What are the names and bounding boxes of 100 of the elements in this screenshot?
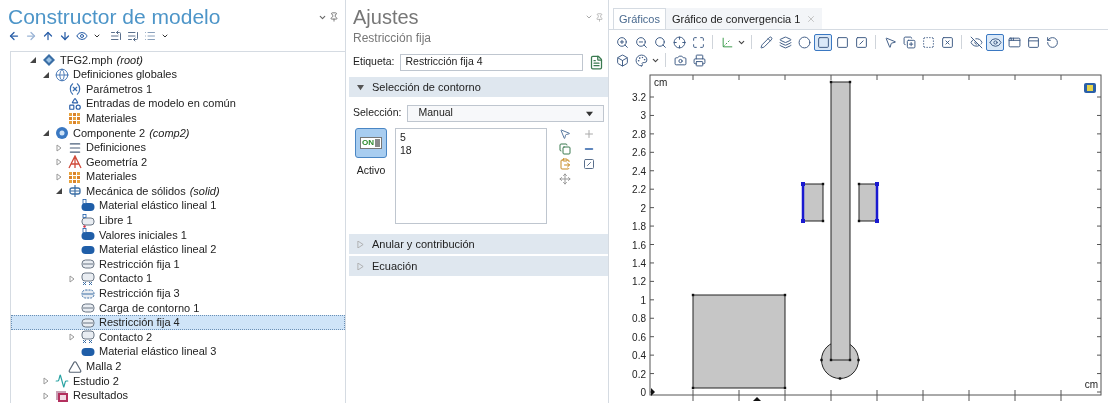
- tree-item[interactable]: Valores iniciales 1: [11, 227, 345, 243]
- pointer-icon[interactable]: [559, 128, 571, 140]
- expand-icon[interactable]: [55, 172, 63, 181]
- block-shape: [857, 182, 878, 223]
- selected-edge[interactable]: [875, 182, 879, 223]
- tab[interactable]: Gráfico de convergencia 1: [665, 8, 823, 29]
- list-icon[interactable]: [110, 30, 122, 43]
- list-entry[interactable]: 18: [400, 144, 542, 157]
- collapse-icon[interactable]: [42, 129, 50, 137]
- tick-label: 3: [640, 110, 646, 122]
- toggle-label: Activo: [356, 163, 386, 178]
- tree-item[interactable]: Componente 2 (comp2): [11, 125, 345, 141]
- tick-label: 0.4: [632, 350, 646, 362]
- list-icon[interactable]: [144, 30, 156, 43]
- collapse-icon[interactable]: [29, 56, 37, 65]
- active-toggle[interactable]: ON: [355, 128, 387, 158]
- eye-icon[interactable]: [76, 30, 88, 43]
- selected-edge[interactable]: [801, 182, 805, 223]
- square-icon: [816, 35, 830, 49]
- tree-item[interactable]: Carga de contorno 1: [11, 300, 345, 316]
- toolbar-button[interactable]: [795, 33, 813, 51]
- tree-item[interactable]: Material elástico lineal 1: [11, 198, 345, 214]
- section-header[interactable]: Selección de contorno: [349, 77, 608, 97]
- selection-list[interactable]: 5 18: [395, 128, 547, 224]
- expand-icon[interactable]: [42, 377, 50, 386]
- section-header[interactable]: Anular y contribución: [349, 234, 608, 254]
- boundary-icon: [81, 315, 95, 330]
- move-icon[interactable]: [559, 173, 571, 185]
- toolbar-button[interactable]: [632, 51, 650, 69]
- tree-item[interactable]: Restricción fija 3: [11, 286, 345, 301]
- pill-icon: [81, 199, 95, 213]
- tree-item[interactable]: Parámetros 1: [11, 81, 345, 97]
- tree-item[interactable]: TFG2.mph (root): [11, 52, 345, 68]
- slashed-square-icon: [854, 35, 868, 49]
- view-icon[interactable]: [1084, 83, 1096, 93]
- tick-label: 2.8: [632, 128, 646, 140]
- tree-item[interactable]: Contacto 2: [11, 330, 345, 345]
- unit-label: cm: [654, 77, 668, 88]
- list-entry[interactable]: 5: [400, 131, 542, 144]
- tree-item[interactable]: Estudio 2: [11, 373, 345, 389]
- selection-dropdown[interactable]: Manual: [407, 104, 604, 122]
- tick-label: 1: [640, 294, 646, 306]
- expand-icon[interactable]: [55, 143, 63, 152]
- expand-icon[interactable]: [42, 391, 50, 400]
- tree-item[interactable]: Material elástico lineal 3: [11, 344, 345, 360]
- tree-item[interactable]: Materiales: [11, 169, 345, 185]
- zoom-out-icon: [634, 35, 648, 49]
- toolbar-button[interactable]: [814, 33, 832, 51]
- printer-icon: [692, 53, 706, 67]
- tree-item[interactable]: Libre 1: [11, 213, 345, 228]
- toolbar-button[interactable]: [776, 33, 794, 51]
- toolbar-button[interactable]: [986, 33, 1004, 51]
- section-header[interactable]: Ecuación: [349, 256, 608, 276]
- list-icon[interactable]: [127, 30, 139, 43]
- boundary-icon: [81, 301, 95, 316]
- diamond-icon: [42, 53, 56, 68]
- collapse-icon[interactable]: [55, 187, 63, 196]
- tree-item[interactable]: Mecánica de sólidos (solid): [11, 184, 345, 199]
- tick-label: 0: [640, 387, 646, 398]
- clear-icon[interactable]: [583, 158, 595, 170]
- caret-icon: [586, 109, 593, 117]
- tree-item[interactable]: Resultados: [11, 388, 345, 403]
- down-icon[interactable]: [59, 30, 71, 43]
- component-icon: [55, 126, 69, 140]
- tree-item[interactable]: Materiales: [11, 111, 345, 126]
- toolbar-button[interactable]: [757, 33, 775, 51]
- toolbar-button[interactable]: [690, 51, 708, 69]
- up-icon[interactable]: [42, 30, 54, 43]
- pill-icon: [81, 228, 95, 243]
- eye-icon: [988, 35, 1002, 49]
- expand-icon[interactable]: [68, 274, 76, 283]
- tree-item[interactable]: Restricción fija 1: [11, 257, 345, 272]
- tree-item[interactable]: Geometría 2: [11, 154, 345, 170]
- tree-item[interactable]: Malla 2: [11, 359, 345, 374]
- expand-icon[interactable]: [68, 333, 76, 342]
- pin-icon[interactable]: [329, 12, 339, 22]
- collapse-icon[interactable]: [42, 70, 50, 79]
- tree-item[interactable]: Contacto 1: [11, 271, 345, 287]
- tree-item[interactable]: Definiciones globales: [11, 67, 345, 82]
- expand-icon[interactable]: [55, 158, 63, 167]
- label-field[interactable]: Restricción fija 4: [400, 53, 583, 71]
- toolbar-button[interactable]: [900, 33, 918, 51]
- toolbar-button[interactable]: [670, 33, 688, 51]
- tick-label: 0.8: [632, 313, 646, 325]
- list-icon: [68, 140, 82, 155]
- tree-item[interactable]: Restricción fija 4: [11, 315, 345, 331]
- panel-icon: [1026, 35, 1040, 49]
- tab[interactable]: Gráficos: [613, 8, 666, 29]
- grid-icon: [68, 169, 82, 184]
- tree-item[interactable]: Entradas de modelo en común: [11, 96, 345, 112]
- panel-title: Ajustes: [353, 5, 419, 29]
- window-icon: [1007, 35, 1021, 49]
- circle-icon: [797, 35, 811, 49]
- tree-item[interactable]: Definiciones: [11, 140, 345, 155]
- document-icon[interactable]: [589, 54, 604, 70]
- collapse-icon: [357, 83, 364, 91]
- back-icon[interactable]: [8, 30, 20, 43]
- copy-icon[interactable]: [559, 143, 571, 155]
- expand-icon: [357, 262, 364, 270]
- tree-item[interactable]: Material elástico lineal 2: [11, 242, 345, 258]
